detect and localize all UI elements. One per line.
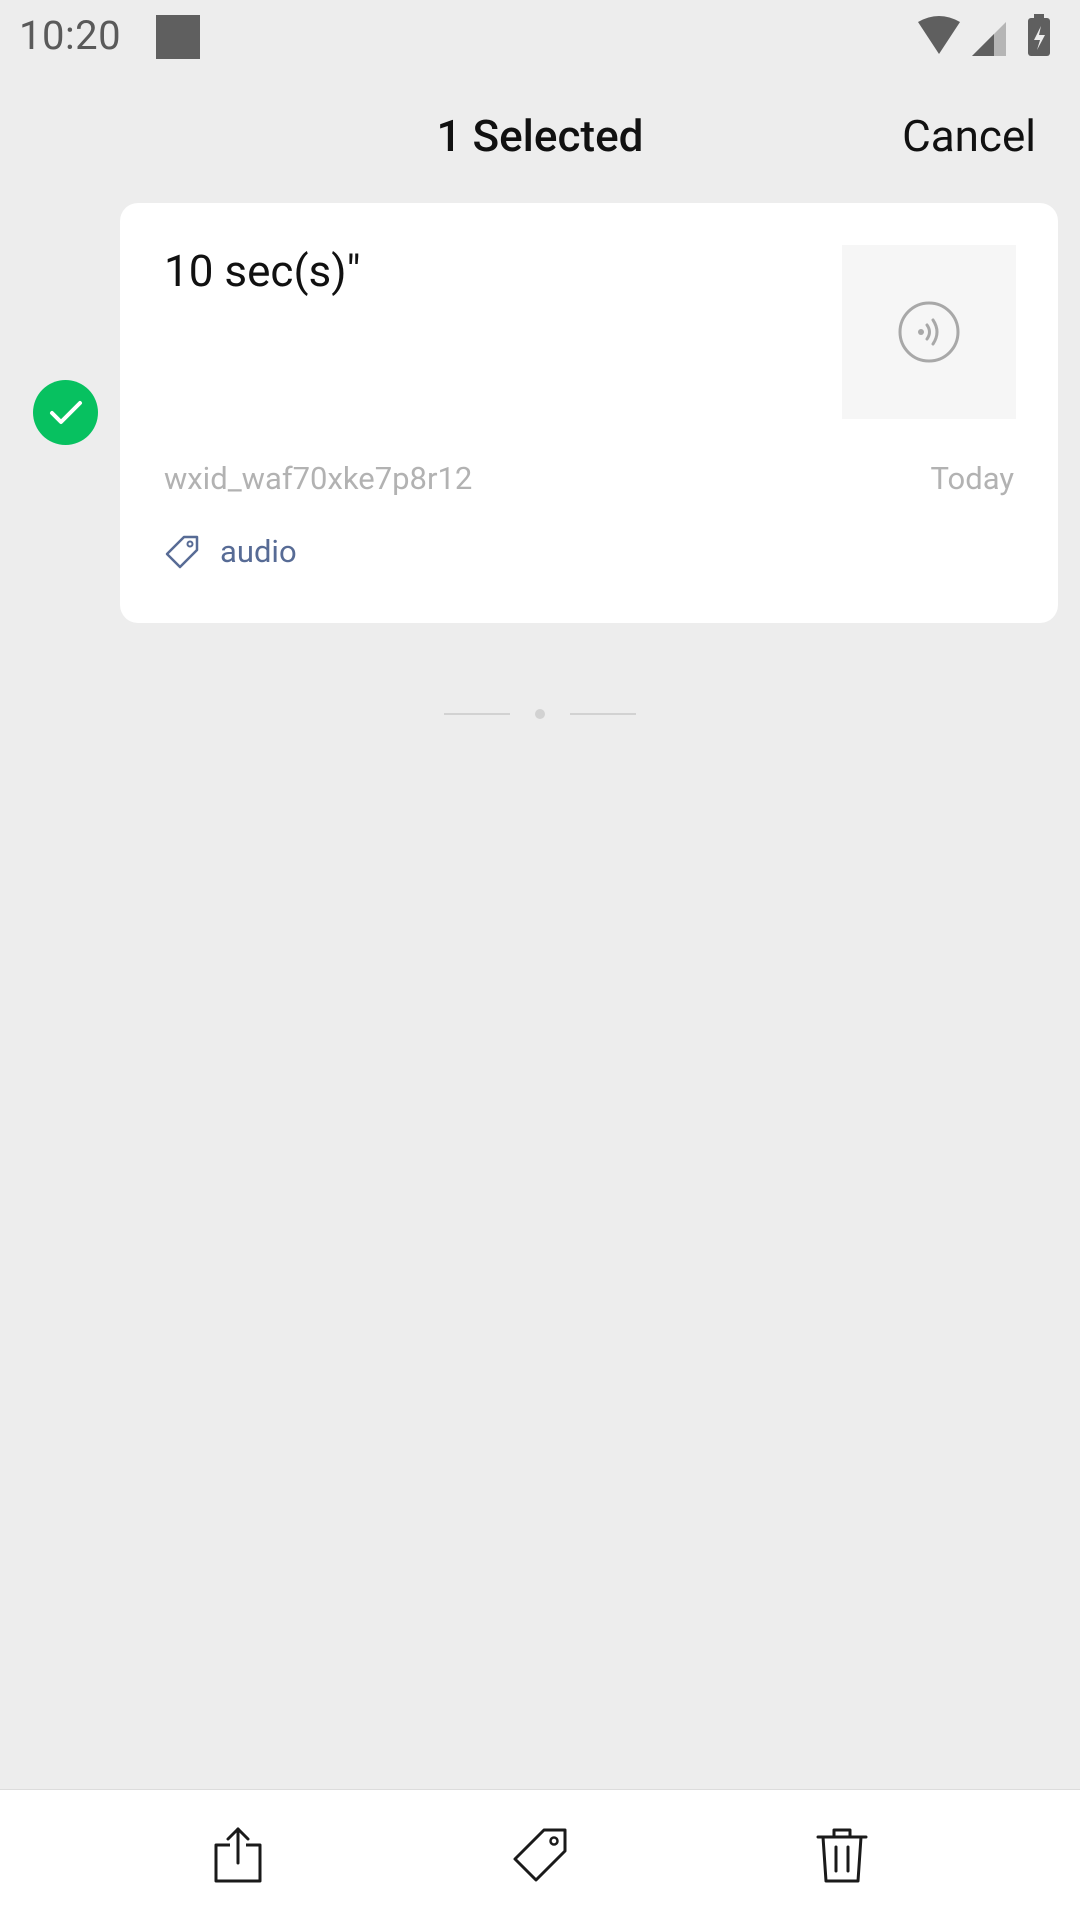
notification-icon bbox=[156, 15, 200, 59]
share-button[interactable] bbox=[203, 1820, 273, 1890]
signal-icon bbox=[972, 22, 1006, 56]
bottom-action-bar bbox=[0, 1789, 1080, 1920]
selected-check-icon[interactable] bbox=[33, 380, 98, 445]
audio-thumbnail bbox=[842, 245, 1016, 419]
cancel-button[interactable]: Cancel bbox=[902, 110, 1036, 162]
end-of-list-indicator bbox=[444, 709, 636, 719]
share-icon bbox=[214, 1827, 262, 1883]
battery-icon bbox=[1028, 14, 1050, 56]
item-title: 10 sec(s)" bbox=[164, 245, 361, 297]
tag-icon bbox=[165, 535, 199, 568]
tag-button[interactable] bbox=[505, 1820, 575, 1890]
tag-label: audio bbox=[220, 533, 297, 570]
favorite-item-card[interactable]: 10 sec(s)" wxid_waf70xke7p8r12 Today aud… bbox=[120, 203, 1058, 623]
status-bar: 10:20 bbox=[0, 0, 1080, 75]
audio-wave-icon bbox=[898, 301, 960, 363]
system-status-icons bbox=[918, 14, 1050, 56]
status-time: 10:20 bbox=[19, 12, 122, 59]
item-tag[interactable]: audio bbox=[164, 533, 297, 570]
wifi-icon bbox=[918, 16, 960, 54]
delete-button[interactable] bbox=[807, 1820, 877, 1890]
trash-icon bbox=[816, 1828, 868, 1883]
tag-icon bbox=[513, 1828, 567, 1882]
item-date: Today bbox=[930, 460, 1014, 497]
item-source: wxid_waf70xke7p8r12 bbox=[164, 460, 473, 497]
